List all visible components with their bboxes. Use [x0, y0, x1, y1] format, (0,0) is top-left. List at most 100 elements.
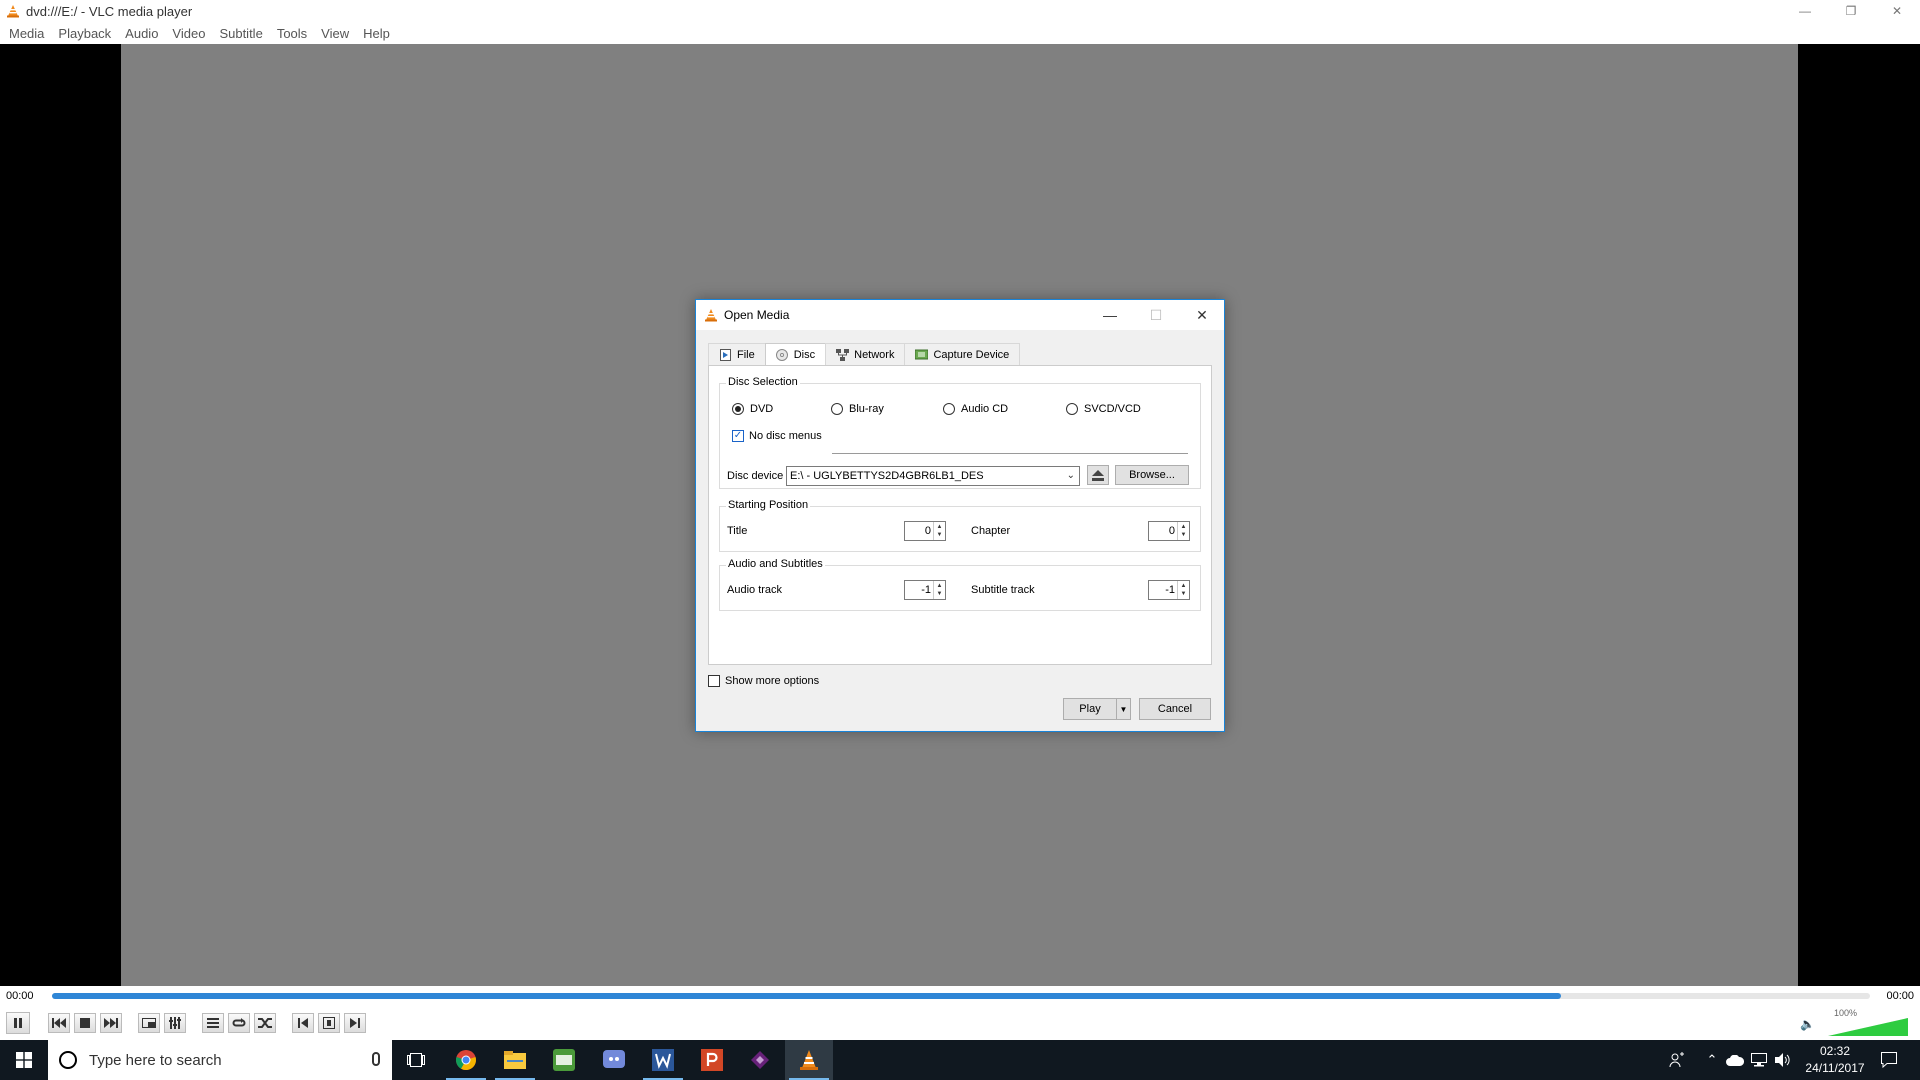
- tab-file[interactable]: File: [708, 343, 766, 365]
- task-view-button[interactable]: [392, 1040, 440, 1080]
- subtitle-track-spinbox[interactable]: -1 ▲ ▼: [1148, 580, 1190, 600]
- radio-svcd-vcd-indicator: [1066, 403, 1078, 415]
- stop-button[interactable]: [74, 1013, 96, 1033]
- eject-button[interactable]: [1087, 465, 1109, 485]
- speaker-icon[interactable]: 🔈: [1800, 1017, 1815, 1031]
- taskbar-app-vlc[interactable]: [785, 1040, 833, 1080]
- menu-audio[interactable]: Audio: [118, 26, 165, 41]
- frame-back-button[interactable]: [292, 1013, 314, 1033]
- disc-tab-panel: Disc Selection DVD Blu-ray Audio CD SVCD…: [708, 365, 1212, 665]
- dialog-minimize-button[interactable]: —: [1088, 300, 1132, 330]
- disc-selection-label: Disc Selection: [726, 376, 800, 388]
- volume-control[interactable]: 🔈 100%: [1800, 1008, 1910, 1036]
- next-button[interactable]: [100, 1013, 122, 1033]
- chapter-spinbox[interactable]: 0 ▲ ▼: [1148, 521, 1190, 541]
- menu-tools[interactable]: Tools: [270, 26, 314, 41]
- extended-settings-button[interactable]: [164, 1013, 186, 1033]
- minimize-button[interactable]: —: [1782, 0, 1828, 22]
- disc-device-value: E:\ - UGLYBETTYS2D4GBR6LB1_DES: [790, 470, 984, 482]
- taskbar-app-powerpoint[interactable]: [688, 1040, 736, 1080]
- show-hidden-icons-button[interactable]: ⌃: [1702, 1040, 1722, 1080]
- play-dropdown-arrow-icon[interactable]: ▼: [1116, 699, 1130, 719]
- dialog-close-button[interactable]: ✕: [1180, 300, 1224, 330]
- radio-dvd-label: DVD: [750, 403, 774, 415]
- spin-arrows-icon[interactable]: ▲ ▼: [933, 581, 945, 599]
- sky-go-icon: [553, 1049, 575, 1071]
- spin-arrows-icon[interactable]: ▲ ▼: [933, 522, 945, 540]
- show-more-options-checkbox[interactable]: Show more options: [708, 675, 819, 687]
- title-spinbox[interactable]: 0 ▲ ▼: [904, 521, 946, 541]
- people-icon: [1669, 1052, 1684, 1068]
- taskbar-app-visual-studio[interactable]: [736, 1040, 784, 1080]
- menu-view[interactable]: View: [314, 26, 356, 41]
- dialog-titlebar: Open Media — ☐ ✕: [696, 300, 1224, 330]
- taskbar-app-chrome[interactable]: [442, 1040, 490, 1080]
- taskbar-app-discord[interactable]: [590, 1040, 638, 1080]
- radio-dvd[interactable]: DVD: [732, 403, 773, 415]
- microphone-icon[interactable]: [372, 1052, 380, 1066]
- radio-blu-ray-label: Blu-ray: [849, 403, 884, 415]
- radio-blu-ray[interactable]: Blu-ray: [831, 403, 884, 415]
- cancel-button[interactable]: Cancel: [1139, 698, 1211, 720]
- taskbar-app-word[interactable]: [639, 1040, 687, 1080]
- browse-button[interactable]: Browse...: [1115, 465, 1189, 485]
- network-tray[interactable]: [1748, 1040, 1770, 1080]
- show-more-options-check: [708, 675, 720, 687]
- previous-icon: [52, 1018, 66, 1028]
- tab-disc[interactable]: Disc: [764, 343, 827, 366]
- tab-capture-device-label: Capture Device: [933, 348, 1010, 361]
- cortana-icon: [59, 1051, 77, 1069]
- volume-tray[interactable]: [1772, 1040, 1794, 1080]
- vlc-icon: [800, 1050, 818, 1070]
- starting-position-group: Starting Position Title 0 ▲ ▼ Chapter 0 ▲…: [719, 499, 1201, 552]
- clock-time: 02:32: [1819, 1044, 1851, 1058]
- previous-button[interactable]: [48, 1013, 70, 1033]
- taskbar-app-sky-go[interactable]: [540, 1040, 588, 1080]
- loop-button[interactable]: [228, 1013, 250, 1033]
- menu-subtitle[interactable]: Subtitle: [212, 26, 269, 41]
- powerpoint-icon: [701, 1049, 723, 1071]
- radio-blu-ray-indicator: [831, 403, 843, 415]
- disc-device-combo[interactable]: E:\ - UGLYBETTYS2D4GBR6LB1_DES ⌄: [786, 466, 1080, 486]
- play-button-label: Play: [1079, 703, 1101, 715]
- radio-svcd-vcd-label: SVCD/VCD: [1084, 403, 1141, 415]
- spin-arrows-icon[interactable]: ▲ ▼: [1177, 581, 1189, 599]
- restore-button[interactable]: ❐: [1828, 0, 1874, 22]
- menu-video[interactable]: Video: [165, 26, 212, 41]
- menu-media[interactable]: Media: [2, 26, 51, 41]
- people-button[interactable]: [1662, 1040, 1692, 1080]
- pause-button[interactable]: [6, 1012, 30, 1034]
- menu-help[interactable]: Help: [356, 26, 397, 41]
- close-button[interactable]: ✕: [1874, 0, 1920, 22]
- volume-slider[interactable]: [1828, 1018, 1908, 1036]
- disc-icon: [776, 349, 789, 362]
- spin-arrows-icon[interactable]: ▲ ▼: [1177, 522, 1189, 540]
- frame-by-frame-button[interactable]: [318, 1013, 340, 1033]
- menu-playback[interactable]: Playback: [51, 26, 118, 41]
- onedrive-tray[interactable]: [1724, 1040, 1746, 1080]
- radio-audio-cd[interactable]: Audio CD: [943, 403, 1008, 415]
- frame-forward-button[interactable]: [344, 1013, 366, 1033]
- disc-device-label: Disc device: [727, 470, 784, 482]
- radio-svcd-vcd[interactable]: SVCD/VCD: [1066, 403, 1141, 415]
- tab-network[interactable]: Network: [825, 343, 906, 365]
- taskbar-clock[interactable]: 02:32 24/11/2017: [1800, 1043, 1870, 1077]
- playback-controls: 🔈 100%: [0, 1006, 1920, 1040]
- taskbar-search-box[interactable]: Type here to search: [48, 1040, 392, 1080]
- tab-capture-device[interactable]: Capture Device: [904, 343, 1021, 365]
- audio-track-spinbox[interactable]: -1 ▲ ▼: [904, 580, 946, 600]
- random-button[interactable]: [254, 1013, 276, 1033]
- action-center-button[interactable]: [1872, 1040, 1906, 1080]
- playlist-button[interactable]: [202, 1013, 224, 1033]
- taskbar-app-file-explorer[interactable]: [491, 1040, 539, 1080]
- no-disc-menus-checkbox[interactable]: ✓ No disc menus: [732, 430, 822, 442]
- fullscreen-button[interactable]: [138, 1013, 160, 1033]
- seek-bar[interactable]: [52, 993, 1870, 999]
- play-button[interactable]: Play ▼: [1063, 698, 1131, 720]
- discord-icon: [603, 1050, 625, 1068]
- visual-studio-icon: [751, 1051, 769, 1069]
- network-icon: [836, 348, 850, 361]
- equalizer-icon: [169, 1017, 181, 1029]
- start-button[interactable]: [0, 1040, 48, 1080]
- separator-line: [832, 453, 1188, 454]
